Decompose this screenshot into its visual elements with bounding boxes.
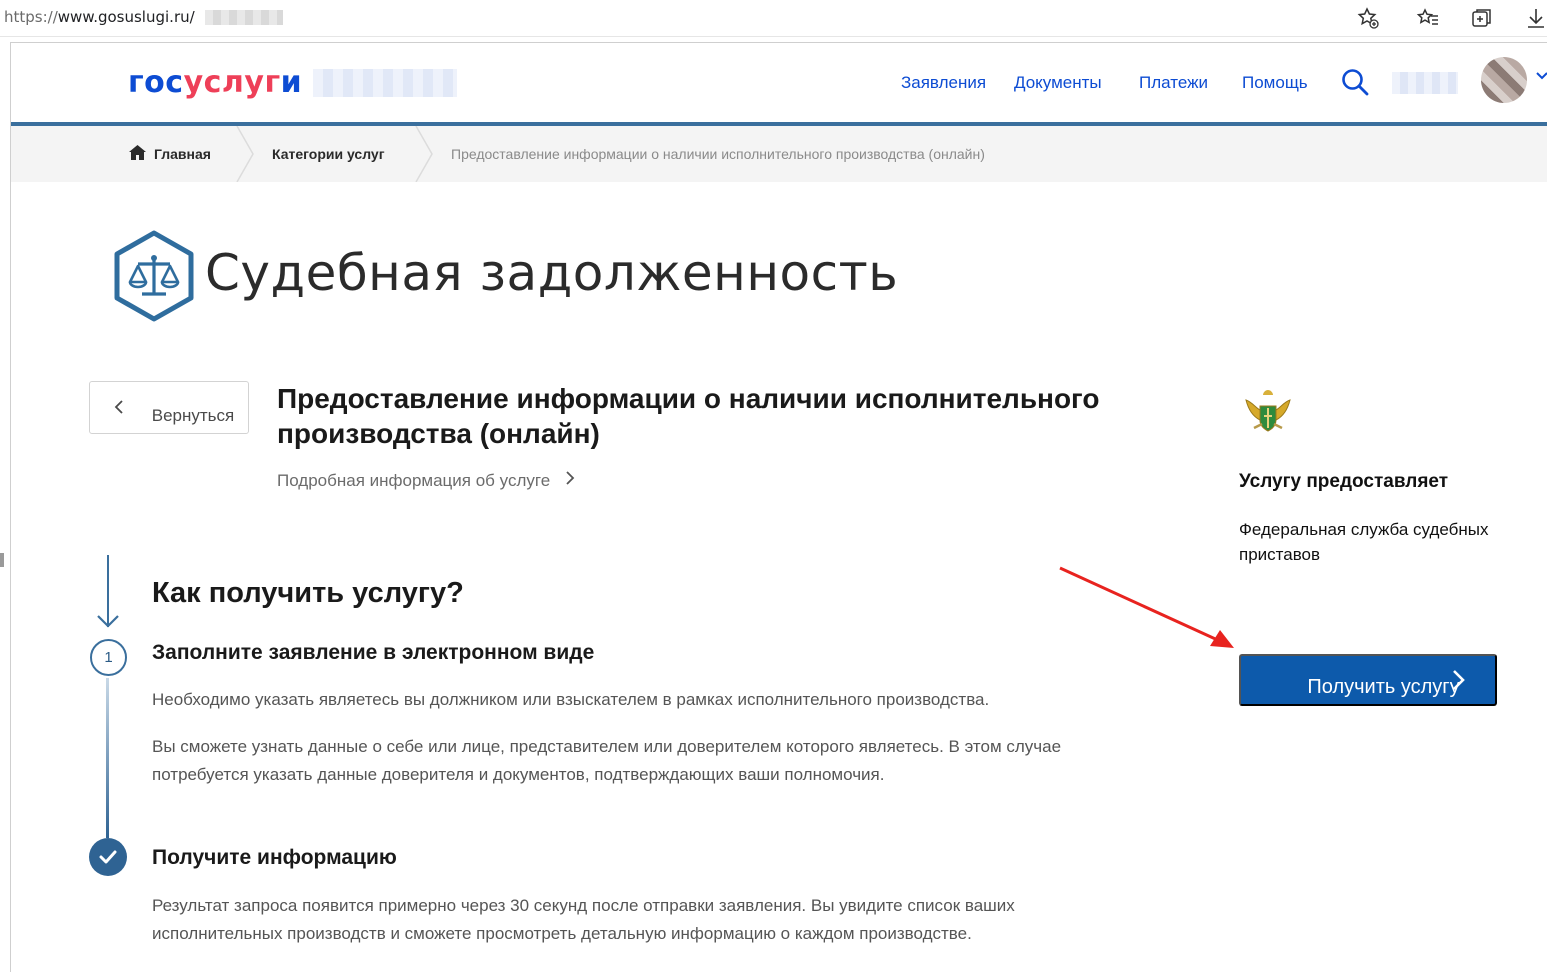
step-1-paragraph-1: Необходимо указать являетесь вы должнико… [152,690,990,709]
breadcrumb: Главная Категории услуг Предоставление и… [11,126,1547,182]
step-2-paragraph-1: Результат запроса появится примерно чере… [152,896,1015,943]
provides-label: Услугу предоставляет [1239,471,1449,492]
avatar[interactable] [1481,57,1527,103]
step-number-badge: 1 [90,639,127,676]
more-info-label: Подробная информация об услуге [277,471,551,490]
collections-icon[interactable] [1470,6,1494,30]
back-button-label: Вернуться [151,406,235,425]
downloads-icon[interactable] [1524,6,1547,30]
fssp-emblem-icon [1240,384,1296,440]
nav-payments[interactable]: Платежи [1139,73,1208,93]
page-title: Судебная задолженность [205,244,899,302]
favorites-icon[interactable] [1416,6,1440,30]
gosuslugi-logo[interactable]: госуслуги [128,65,302,100]
provider-name: Федеральная служба судебных приставов [1239,520,1489,564]
checkmark-icon [99,850,117,864]
annotation-arrow-icon [1059,566,1234,648]
chevron-right-icon [1451,668,1465,699]
step-1-paragraph-2: Вы сможете узнать данные о себе или лице… [152,737,1062,784]
browser-address-bar: https://www.gosuslugi.ru/ [0,0,1547,37]
more-info-link[interactable]: Подробная информация об услуге [277,470,575,491]
add-favorite-icon[interactable] [1356,6,1380,30]
back-button[interactable]: Вернуться [89,381,249,434]
logo-part-1: гос [128,65,184,100]
site-header: госуслуги Заявления Документы Платежи По… [11,43,1547,123]
service-title: Предоставление информации о наличии испо… [277,383,1100,449]
logo-part-2: услуг [183,65,281,100]
chevron-left-icon [114,399,124,420]
step-1-title: Заполните заявление в электронном виде [152,641,595,664]
search-icon[interactable] [1340,67,1370,97]
redacted-region [313,69,457,97]
breadcrumb-separator [236,126,254,182]
url-text[interactable]: https://www.gosuslugi.ru/ [4,8,195,26]
step-2-title: Получите информацию [152,846,397,869]
user-name-redacted[interactable] [1392,72,1458,94]
get-service-button[interactable]: Получить услугу [1239,654,1497,706]
get-service-label: Получить услугу [1307,676,1460,698]
breadcrumb-home[interactable]: Главная [154,146,211,162]
step-check-badge [89,838,127,876]
scales-icon [112,230,196,322]
logo-part-3: и [280,65,303,100]
url-protocol: https:// [4,8,58,26]
url-redacted [205,10,283,25]
how-to-heading: Как получить услугу? [152,577,464,609]
chevron-right-icon [565,470,575,491]
scroll-handle[interactable] [0,553,4,567]
home-icon[interactable] [129,145,146,160]
nav-applications[interactable]: Заявления [901,73,986,93]
chevron-down-icon[interactable] [1535,69,1547,88]
breadcrumb-separator [415,126,433,182]
breadcrumb-current: Предоставление информации о наличии испо… [451,146,985,162]
nav-help[interactable]: Помощь [1242,73,1308,93]
arrow-down-icon [97,615,119,628]
url-host: www.gosuslugi.ru/ [57,8,195,26]
breadcrumb-categories[interactable]: Категории услуг [272,146,385,162]
nav-documents[interactable]: Документы [1014,73,1102,93]
timeline-progress [106,678,109,838]
